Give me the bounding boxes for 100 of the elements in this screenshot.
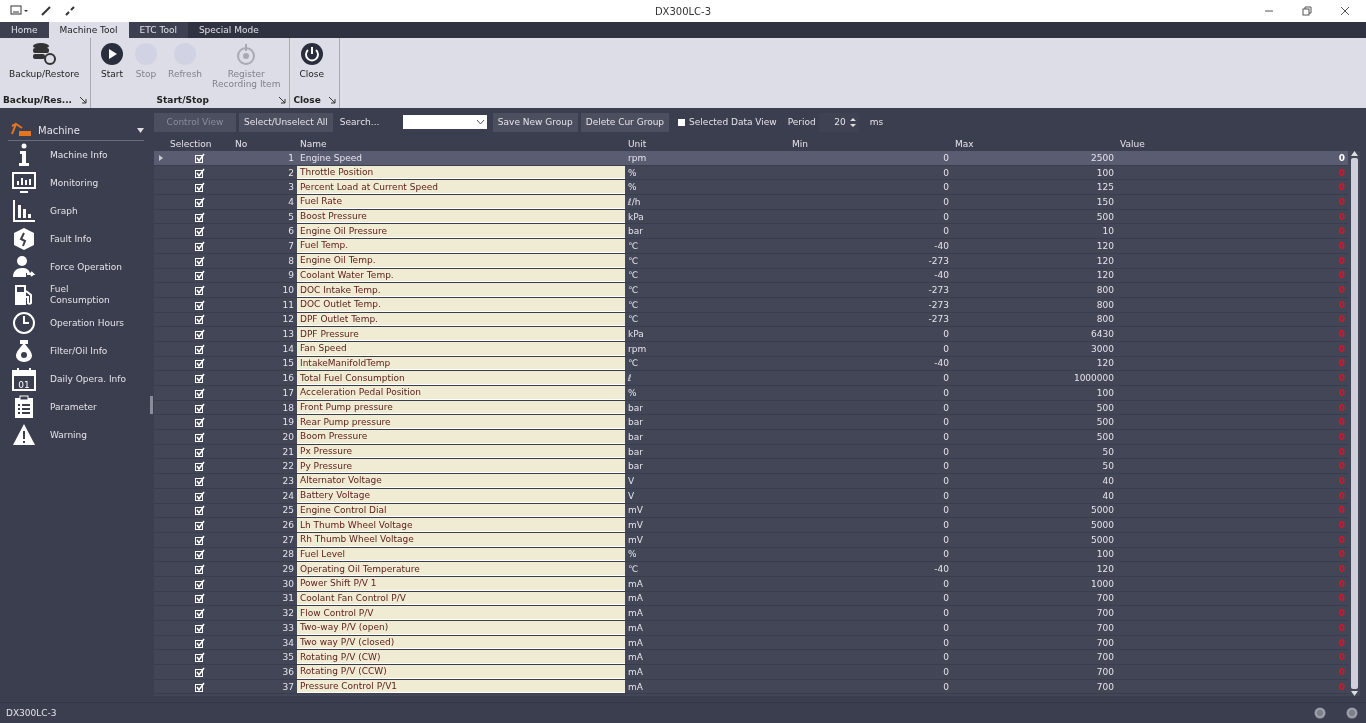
column-header[interactable]: Selection bbox=[167, 136, 232, 151]
checkbox[interactable] bbox=[194, 285, 205, 296]
table-row[interactable]: 12 DPF Outlet Temp. ℃ -273 800 0 bbox=[154, 312, 1348, 328]
ribbon-tab[interactable]: Machine Tool bbox=[48, 22, 129, 38]
table-row[interactable]: 30 Power Shift P/V 1 mA 0 1000 0 bbox=[154, 576, 1348, 592]
checkbox[interactable] bbox=[194, 637, 205, 648]
select-all-button[interactable]: Select/Unselect All bbox=[239, 112, 333, 132]
table-row[interactable]: 36 Rotating P/V (CCW) mA 0 700 0 bbox=[154, 665, 1348, 680]
sidebar-item[interactable]: Fuel Consumption bbox=[8, 281, 144, 309]
sidebar-item[interactable]: Filter/Oil Info bbox=[8, 337, 144, 365]
table-row[interactable]: 22 Py Pressure bar 0 50 0 bbox=[154, 459, 1348, 475]
sidebar-item[interactable]: 01 Daily Opera. Info bbox=[8, 365, 144, 393]
sidebar-item[interactable]: Parameter bbox=[8, 393, 144, 421]
table-row[interactable]: 5 Boost Pressure kPa 0 500 0 bbox=[154, 209, 1348, 225]
delete-group-button[interactable]: Delete Cur Group bbox=[580, 112, 670, 132]
screen-icon[interactable] bbox=[10, 5, 28, 17]
checkbox[interactable] bbox=[194, 329, 205, 340]
column-header[interactable]: Unit bbox=[625, 136, 789, 151]
checkbox[interactable] bbox=[194, 549, 205, 560]
checkbox[interactable] bbox=[194, 666, 205, 677]
table-row[interactable]: 34 Two way P/V (closed) mA 0 700 0 bbox=[154, 635, 1348, 651]
table-row[interactable]: 19 Rear Pump pressure bar 0 500 0 bbox=[154, 415, 1348, 431]
table-row[interactable]: 6 Engine Oil Pressure bar 0 10 0 bbox=[154, 224, 1348, 240]
table-row[interactable]: 37 Pressure Control P/V1 mA 0 700 0 bbox=[154, 679, 1348, 695]
checkbox[interactable] bbox=[194, 622, 205, 633]
ribbon-tab[interactable]: ETC Tool bbox=[128, 22, 188, 38]
checkbox[interactable] bbox=[194, 270, 205, 281]
ribbon-button[interactable]: Close bbox=[294, 42, 329, 95]
table-row[interactable]: 14 Fan Speed rpm 0 3000 0 bbox=[154, 341, 1348, 357]
checkbox[interactable] bbox=[678, 118, 686, 126]
table-row[interactable]: 13 DPF Pressure kPa 0 6430 0 bbox=[154, 327, 1348, 342]
ribbon-button[interactable]: Backup/Restore bbox=[4, 42, 85, 95]
table-row[interactable]: 32 Flow Control P/V mA 0 700 0 bbox=[154, 606, 1348, 621]
table-row[interactable]: 20 Boom Pressure bar 0 500 0 bbox=[154, 430, 1348, 445]
checkbox[interactable] bbox=[194, 681, 205, 692]
checkbox[interactable] bbox=[194, 446, 205, 457]
checkbox[interactable] bbox=[194, 431, 205, 442]
table-row[interactable]: 29 Operating Oil Temperature ℃ -40 120 0 bbox=[154, 562, 1348, 577]
expand-icon[interactable] bbox=[279, 96, 287, 104]
scrollbar[interactable] bbox=[1348, 151, 1360, 696]
save-group-button[interactable]: Save New Group bbox=[492, 112, 578, 132]
checkbox[interactable] bbox=[194, 240, 205, 251]
checkbox[interactable] bbox=[194, 167, 205, 178]
table-row[interactable]: 23 Alternator Voltage V 0 40 0 bbox=[154, 474, 1348, 489]
table-row[interactable]: 10 DOC Intake Temp. ℃ -273 800 0 bbox=[154, 283, 1348, 298]
period-spinner[interactable]: 20 bbox=[818, 112, 859, 132]
sidebar-item[interactable]: Warning bbox=[8, 421, 144, 449]
sidebar-item[interactable]: Graph bbox=[8, 197, 144, 225]
table-row[interactable]: 4 Fuel Rate ℓ/h 0 150 0 bbox=[154, 195, 1348, 210]
column-header[interactable]: Max bbox=[952, 136, 1117, 151]
scroll-down-icon[interactable] bbox=[1350, 691, 1358, 696]
table-row[interactable]: 24 Battery Voltage V 0 40 0 bbox=[154, 488, 1348, 504]
checkbox[interactable] bbox=[194, 578, 205, 589]
ribbon-tab[interactable]: Home bbox=[0, 22, 49, 38]
table-row[interactable]: 2 Throttle Position % 0 100 0 bbox=[154, 165, 1348, 181]
table-row[interactable]: 35 Rotating P/V (CW) mA 0 700 0 bbox=[154, 650, 1348, 666]
checkbox[interactable] bbox=[194, 505, 205, 516]
expand-icon[interactable] bbox=[328, 96, 336, 104]
column-header[interactable]: Name bbox=[297, 136, 625, 151]
checkbox[interactable] bbox=[194, 520, 205, 531]
sidebar-item[interactable]: Machine Info bbox=[8, 141, 144, 169]
checkbox[interactable] bbox=[194, 387, 205, 398]
sidebar-header[interactable]: Machine bbox=[8, 118, 144, 141]
table-row[interactable]: 27 Rh Thumb Wheel Voltage mV 0 5000 0 bbox=[154, 532, 1348, 548]
restore-icon[interactable] bbox=[1302, 6, 1312, 16]
checkbox[interactable] bbox=[194, 475, 205, 486]
column-header[interactable]: Min bbox=[789, 136, 952, 151]
checkbox[interactable] bbox=[194, 608, 205, 619]
table-row[interactable]: 15 IntakeManifoldTemp ℃ -40 120 0 bbox=[154, 356, 1348, 372]
spin-arrows-icon[interactable] bbox=[849, 116, 856, 128]
checkbox[interactable] bbox=[194, 358, 205, 369]
ribbon-button[interactable]: Start bbox=[95, 42, 130, 95]
table-row[interactable]: 21 Px Pressure bar 0 50 0 bbox=[154, 444, 1348, 460]
table-row[interactable]: 9 Coolant Water Temp. ℃ -40 120 0 bbox=[154, 268, 1348, 284]
checkbox[interactable] bbox=[194, 196, 205, 207]
checkbox[interactable] bbox=[194, 373, 205, 384]
checkbox[interactable] bbox=[194, 564, 205, 575]
sidebar-item[interactable]: Fault Info bbox=[8, 225, 144, 253]
table-row[interactable]: 3 Percent Load at Current Speed % 0 125 0 bbox=[154, 180, 1348, 196]
table-row[interactable]: 1 Engine Speed rpm 0 2500 0 bbox=[154, 151, 1348, 166]
checkbox[interactable] bbox=[194, 152, 205, 163]
table-row[interactable]: 31 Coolant Fan Control P/V mA 0 700 0 bbox=[154, 591, 1348, 607]
table-row[interactable]: 33 Two-way P/V (open) mA 0 700 0 bbox=[154, 621, 1348, 636]
checkbox[interactable] bbox=[194, 417, 205, 428]
checkbox[interactable] bbox=[194, 534, 205, 545]
checkbox[interactable] bbox=[194, 490, 205, 501]
checkbox[interactable] bbox=[194, 182, 205, 193]
checkbox[interactable] bbox=[194, 226, 205, 237]
checkbox[interactable] bbox=[194, 314, 205, 325]
checkbox[interactable] bbox=[194, 299, 205, 310]
close-icon[interactable] bbox=[1340, 6, 1350, 16]
checkbox[interactable] bbox=[194, 211, 205, 222]
checkbox[interactable] bbox=[194, 593, 205, 604]
table-row[interactable]: 16 Total Fuel Consumption ℓ 0 1000000 0 bbox=[154, 371, 1348, 386]
table-row[interactable]: 26 Lh Thumb Wheel Voltage mV 0 5000 0 bbox=[154, 518, 1348, 533]
column-header[interactable]: Value bbox=[1117, 136, 1348, 151]
checkbox[interactable] bbox=[194, 652, 205, 663]
unlink-icon[interactable] bbox=[64, 5, 76, 17]
table-row[interactable]: 18 Front Pump pressure bar 0 500 0 bbox=[154, 400, 1348, 416]
table-row[interactable]: 17 Acceleration Pedal Position % 0 100 0 bbox=[154, 386, 1348, 401]
